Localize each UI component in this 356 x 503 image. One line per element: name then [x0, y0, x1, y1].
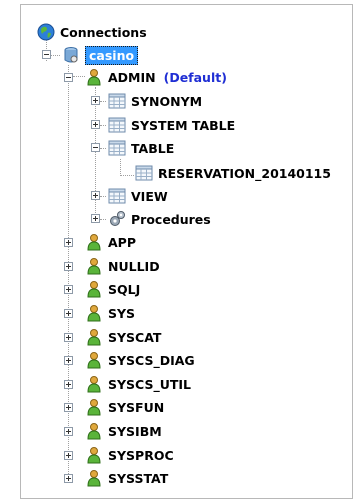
user-icon: [85, 257, 103, 275]
user-icon: [85, 375, 103, 393]
tree-node-schema-sysproc[interactable]: SYSPROC: [85, 445, 174, 465]
table-grid-icon: [108, 139, 126, 157]
user-icon: [85, 233, 103, 251]
collapse-toggle[interactable]: [42, 50, 51, 59]
tree-node-schema-sysibm[interactable]: SYSIBM: [85, 421, 162, 441]
expand-toggle[interactable]: [64, 356, 73, 365]
tree-node-schema-nullid[interactable]: NULLID: [85, 256, 160, 276]
user-icon: [85, 422, 103, 440]
tree-node-schema-syscs-util[interactable]: SYSCS_UTIL: [85, 374, 191, 394]
tree-line: [51, 55, 60, 56]
user-icon: [85, 328, 103, 346]
user-icon: [85, 446, 103, 464]
expand-toggle[interactable]: [64, 262, 73, 271]
tree-node-schema-sysfun[interactable]: SYSFUN: [85, 397, 164, 417]
collapse-toggle[interactable]: [91, 143, 100, 152]
expand-toggle[interactable]: [64, 403, 73, 412]
user-icon: [85, 398, 103, 416]
tree-node-label: Connections: [60, 24, 147, 40]
tree-node-label: SYSTEM TABLE: [131, 117, 236, 133]
expand-toggle[interactable]: [64, 380, 73, 389]
expand-toggle[interactable]: [64, 474, 73, 483]
tree-node-connections[interactable]: Connections: [37, 22, 147, 42]
tree-node-system-table[interactable]: SYSTEM TABLE: [108, 115, 235, 135]
expand-toggle[interactable]: [64, 427, 73, 436]
tree-node-label: SYS: [108, 305, 136, 321]
user-icon: [85, 351, 103, 369]
tree-node-label: VIEW: [131, 188, 168, 204]
tree-node-view[interactable]: VIEW: [108, 186, 168, 206]
expand-toggle[interactable]: [64, 451, 73, 460]
tree-node-label: APP: [108, 234, 136, 250]
tree-node-schema-admin[interactable]: ADMIN (Default): [85, 67, 227, 87]
tree-node-label: SQLJ: [108, 281, 141, 297]
expand-toggle[interactable]: [64, 333, 73, 342]
table-grid-icon: [135, 164, 153, 182]
expand-toggle[interactable]: [64, 285, 73, 294]
user-icon: [85, 304, 103, 322]
tree-node-label: RESERVATION_20140115: [158, 165, 331, 181]
table-grid-icon: [108, 116, 126, 134]
tree-node-schema-syscat[interactable]: SYSCAT: [85, 327, 161, 347]
tree-node-schema-syscs-diag[interactable]: SYSCS_DIAG: [85, 350, 195, 370]
expand-toggle[interactable]: [64, 309, 73, 318]
expand-toggle[interactable]: [91, 214, 100, 223]
tree-line: [73, 76, 85, 77]
tree-line: [100, 148, 106, 149]
expand-toggle[interactable]: [91, 96, 100, 105]
user-icon: [85, 469, 103, 487]
tree-line: [120, 175, 134, 176]
table-grid-icon: [108, 92, 126, 110]
tree-node-label: casino: [85, 45, 139, 65]
tree-node-label: SYSIBM: [108, 423, 162, 439]
tree-node-label: ADMIN: [108, 69, 156, 85]
tree-node-label: SYSFUN: [108, 399, 165, 415]
tree-node-procedures[interactable]: Procedures: [108, 209, 211, 229]
expand-toggle[interactable]: [91, 120, 100, 129]
tree-node-schema-sqlj[interactable]: SQLJ: [85, 279, 140, 299]
tree-node-table[interactable]: TABLE: [108, 138, 174, 158]
tree-line: [100, 125, 106, 126]
tree-node-label: SYSCS_UTIL: [108, 376, 192, 392]
gears-icon: [108, 210, 126, 228]
user-icon: [85, 280, 103, 298]
expand-toggle[interactable]: [91, 191, 100, 200]
globe-icon: [37, 23, 55, 41]
collapse-toggle[interactable]: [64, 73, 73, 82]
table-grid-icon: [108, 187, 126, 205]
tree-node-label: SYSCAT: [108, 329, 162, 345]
default-schema-tag: (Default): [163, 69, 227, 85]
tree-line: [100, 219, 106, 220]
expand-toggle[interactable]: [64, 238, 73, 247]
tree-line: [120, 159, 121, 176]
database-icon: [62, 46, 80, 64]
tree-node-table-reservation[interactable]: RESERVATION_20140115: [135, 163, 331, 183]
tree-node-schema-sysstat[interactable]: SYSSTAT: [85, 468, 168, 488]
tree-node-label: TABLE: [131, 140, 175, 156]
tree-node-label: SYSPROC: [108, 447, 174, 463]
tree-node-schema-sys[interactable]: SYS: [85, 303, 135, 323]
tree-node-connection-casino[interactable]: casino: [62, 45, 139, 65]
tree-node-label: Procedures: [131, 211, 211, 227]
tree-node-label: SYNONYM: [131, 93, 203, 109]
tree-line: [68, 65, 69, 478]
tree-node-label: SYSSTAT: [108, 470, 169, 486]
tree-node-label: NULLID: [108, 258, 160, 274]
tree-node-synonym[interactable]: SYNONYM: [108, 91, 202, 111]
tree-line: [100, 101, 106, 102]
tree-node-label: SYSCS_DIAG: [108, 352, 195, 368]
user-icon: [85, 68, 103, 86]
tree-node-schema-app[interactable]: APP: [85, 232, 136, 252]
connections-tree-panel: Connections casino ADMIN (Default) SYNON…: [20, 4, 353, 499]
tree-line: [100, 196, 106, 197]
